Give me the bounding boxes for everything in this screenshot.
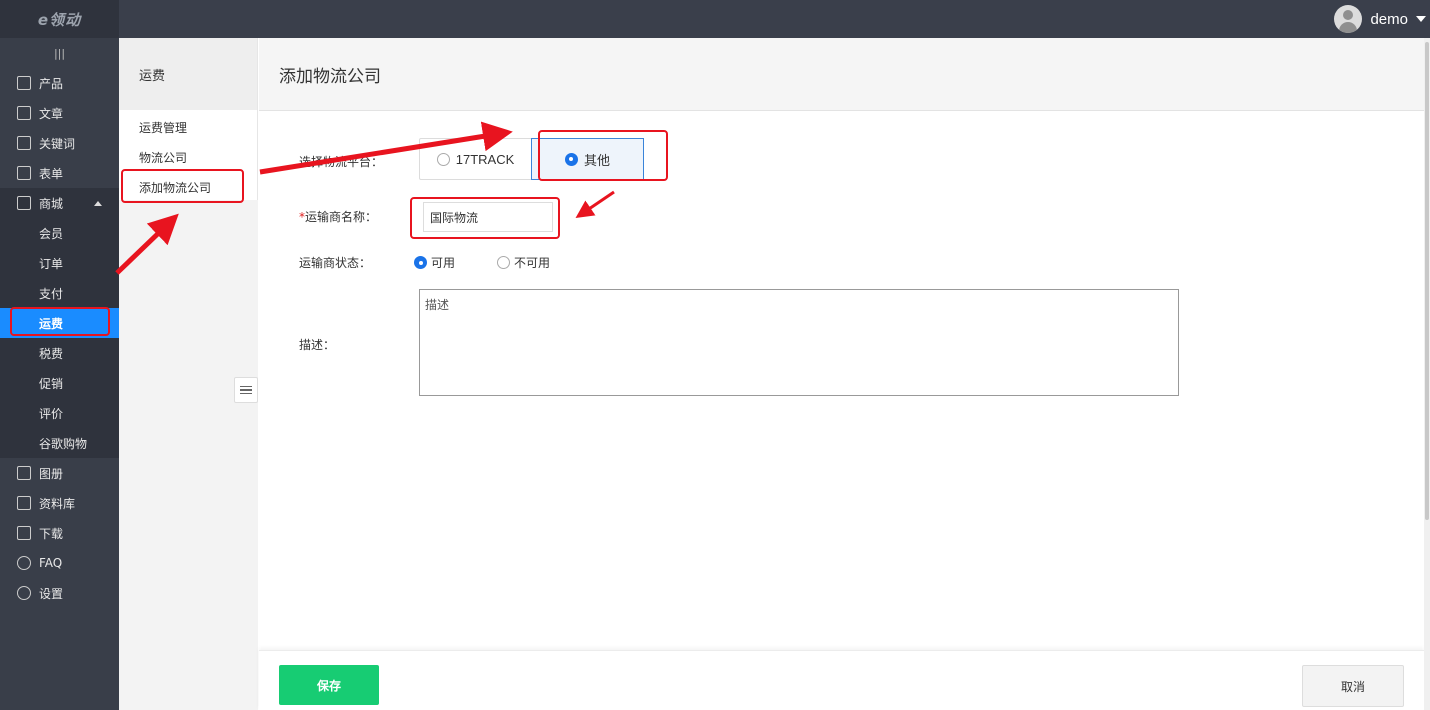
download-icon — [17, 526, 31, 540]
sidebar-item-label: 产品 — [39, 76, 64, 91]
sidebar-item-label: 设置 — [39, 586, 64, 601]
user-name: demo — [1370, 10, 1408, 28]
scrollbar-thumb[interactable] — [1425, 42, 1429, 520]
sidebar-item-keywords[interactable]: 关键词 — [0, 128, 119, 158]
logo-text: e领动 — [37, 10, 82, 29]
sidebar-item-label: FAQ — [39, 556, 63, 570]
sidebar-item-label: 图册 — [39, 466, 64, 481]
subnav-title: 运费 — [119, 38, 257, 110]
subnav-toggle-button[interactable] — [234, 377, 258, 403]
platform-option-label: 17TRACK — [455, 151, 515, 167]
sidebar-item-album[interactable]: 图册 — [0, 458, 119, 488]
sidebar-subitem-google-shopping[interactable]: 谷歌购物 — [0, 428, 119, 458]
user-menu[interactable]: demo — [1334, 0, 1426, 38]
subnav-empty-area — [119, 200, 258, 710]
carrier-name-label: *运输商名称： — [299, 208, 377, 225]
chevron-up-icon — [94, 201, 102, 206]
subnav-item-shipping-management[interactable]: 运费管理 — [119, 112, 257, 142]
sidebar-item-label: 文章 — [39, 106, 64, 121]
page-title: 添加物流公司 — [259, 38, 1424, 111]
settings-icon — [17, 586, 31, 600]
description-label: 描述： — [299, 338, 336, 352]
sub-navigation: 运费 运费管理 物流公司 添加物流公司 — [119, 38, 258, 710]
sidebar-subitem-tax[interactable]: 税费 — [0, 338, 119, 368]
status-option-available[interactable]: 可用 — [414, 254, 455, 271]
sidebar-item-label: 下载 — [39, 526, 64, 541]
list-icon-line — [240, 389, 252, 391]
description-textarea[interactable]: 描述 — [419, 289, 1179, 396]
sidebar-collapse-button[interactable]: ||| — [0, 38, 119, 68]
sidebar-subitem-reviews[interactable]: 评价 — [0, 398, 119, 428]
keyword-icon — [17, 136, 31, 150]
shop-icon — [17, 196, 31, 210]
status-option-label: 不可用 — [514, 256, 551, 270]
library-icon — [17, 496, 31, 510]
sidebar-item-articles[interactable]: 文章 — [0, 98, 119, 128]
sidebar-item-label: 关键词 — [39, 136, 76, 151]
cancel-button[interactable]: 取消 — [1302, 665, 1404, 707]
radio-icon — [436, 152, 450, 166]
sidebar-subitem-orders[interactable]: 订单 — [0, 248, 119, 278]
radio-selected-icon — [564, 152, 578, 166]
sidebar-item-library[interactable]: 资料库 — [0, 488, 119, 518]
subnav-item-logistics-company[interactable]: 物流公司 — [119, 142, 257, 172]
chevron-down-icon — [1416, 16, 1426, 22]
sidebar-subitem-members[interactable]: 会员 — [0, 218, 119, 248]
platform-option-17track[interactable]: 17TRACK — [420, 139, 531, 179]
radio-icon — [497, 256, 510, 269]
subnav-item-add-logistics-company[interactable]: 添加物流公司 — [119, 172, 257, 202]
brand-logo[interactable]: e领动 — [0, 0, 119, 38]
sidebar-subitem-promotion[interactable]: 促销 — [0, 368, 119, 398]
album-icon — [17, 466, 31, 480]
platform-label: 选择物流平台： — [299, 155, 384, 169]
main-content: 添加物流公司 选择物流平台： 17TRACK 其他 *运输商名称： 国际物流 运… — [259, 38, 1424, 710]
save-button[interactable]: 保存 — [279, 665, 379, 705]
sidebar-item-settings[interactable]: 设置 — [0, 578, 119, 608]
sidebar-item-label: 表单 — [39, 166, 64, 181]
sidebar-item-label: 资料库 — [39, 496, 76, 511]
page-scrollbar[interactable] — [1424, 38, 1430, 710]
list-icon — [240, 385, 252, 388]
main-sidebar: ||| 产品 文章 关键词 表单 商城 会员 订单 支付 运费 税费 促销 评价… — [0, 38, 119, 710]
sidebar-subitem-payment[interactable]: 支付 — [0, 278, 119, 308]
radio-selected-icon — [414, 256, 427, 269]
sidebar-item-label: 商城 — [39, 196, 64, 211]
platform-option-other[interactable]: 其他 — [531, 138, 644, 180]
status-option-unavailable[interactable]: 不可用 — [497, 254, 550, 271]
sidebar-item-products[interactable]: 产品 — [0, 68, 119, 98]
list-icon-line — [240, 392, 252, 395]
form-icon — [17, 166, 31, 180]
top-bar: e领动 demo — [0, 0, 1430, 38]
menu-collapse-icon: ||| — [53, 46, 66, 60]
carrier-name-label-text: 运输商名称： — [305, 210, 378, 224]
status-label: 运输商状态： — [299, 256, 372, 270]
status-option-label: 可用 — [431, 256, 456, 270]
faq-icon — [17, 556, 31, 570]
sidebar-item-shop[interactable]: 商城 — [0, 188, 119, 218]
article-icon — [17, 106, 31, 120]
avatar-icon — [1334, 5, 1363, 33]
form-footer: 保存 取消 — [259, 650, 1424, 710]
sidebar-item-download[interactable]: 下载 — [0, 518, 119, 548]
sidebar-item-forms[interactable]: 表单 — [0, 158, 119, 188]
carrier-name-input[interactable]: 国际物流 — [423, 202, 553, 232]
grid-icon — [17, 76, 31, 90]
platform-selector: 17TRACK 其他 — [419, 138, 644, 180]
sidebar-item-faq[interactable]: FAQ — [0, 548, 119, 578]
platform-option-label: 其他 — [583, 152, 610, 168]
sidebar-subitem-shipping[interactable]: 运费 — [0, 308, 119, 338]
